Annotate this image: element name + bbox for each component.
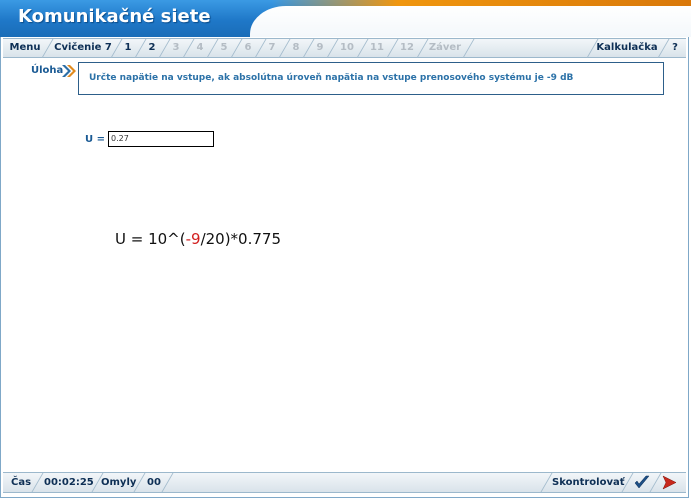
task-text: Určte napätie na vstupe, ak absolútna úr…: [89, 73, 574, 83]
errors-label: Omyly: [101, 477, 137, 488]
formula-suffix: /20)*0.775: [200, 230, 281, 248]
tab-page-1[interactable]: 1: [121, 39, 135, 57]
tab-page-8: 8: [292, 42, 300, 53]
status-separator: [161, 473, 174, 492]
tab-page-9: 9: [316, 42, 324, 53]
formula: U = 10^(-9/20)*0.775: [115, 230, 281, 248]
tab-separator: [657, 39, 670, 58]
errors-value: 00: [147, 477, 161, 488]
formula-prefix: U = 10^(: [115, 230, 186, 248]
tab-page-12: 12: [400, 42, 414, 53]
nav-tabbar: Menu Cvičenie 7 1 2 3 4 5 6 7 8 9 10 11 …: [3, 38, 686, 58]
time-value: 00:02:25: [44, 477, 94, 488]
calculator-button[interactable]: Kalkulačka: [596, 39, 658, 57]
status-bar: Čas 00:02:25 Omyly 00 Skontrolovať: [3, 472, 686, 493]
tab-page-2[interactable]: 2: [145, 39, 159, 57]
help-button[interactable]: ?: [669, 39, 681, 57]
checkmark-icon[interactable]: [633, 474, 651, 491]
tab-end: Záver: [428, 42, 462, 53]
app-title: Komunikačné siete: [18, 6, 211, 27]
status-separator: [31, 473, 44, 492]
answer-input[interactable]: 0.27: [108, 131, 214, 147]
tab-page-10: 10: [340, 42, 354, 53]
task-box: Určte napätie na vstupe, ak absolútna úr…: [78, 62, 664, 95]
app-header: Komunikačné siete: [0, 0, 691, 37]
tab-page-6: 6: [244, 42, 252, 53]
tab-page-3: 3: [172, 42, 180, 53]
tab-menu[interactable]: Menu: [7, 39, 43, 57]
next-arrow-icon[interactable]: [660, 474, 678, 491]
check-button[interactable]: Skontrolovať: [552, 473, 625, 492]
tab-page-4: 4: [196, 42, 204, 53]
tab-separator: [41, 39, 54, 58]
tab-separator: [462, 39, 475, 58]
answer-label: U =: [85, 134, 105, 145]
status-separator: [540, 473, 553, 492]
time-label: Čas: [11, 477, 32, 488]
tab-page-7: 7: [268, 42, 276, 53]
double-chevron-right-icon: [62, 65, 76, 77]
task-label: Úloha: [31, 65, 64, 76]
tab-page-11: 11: [370, 42, 384, 53]
tab-page-5: 5: [220, 42, 228, 53]
header-arc: [250, 6, 691, 37]
formula-negative-value: -9: [185, 230, 201, 248]
tab-exercise[interactable]: Cvičenie 7: [53, 39, 113, 57]
